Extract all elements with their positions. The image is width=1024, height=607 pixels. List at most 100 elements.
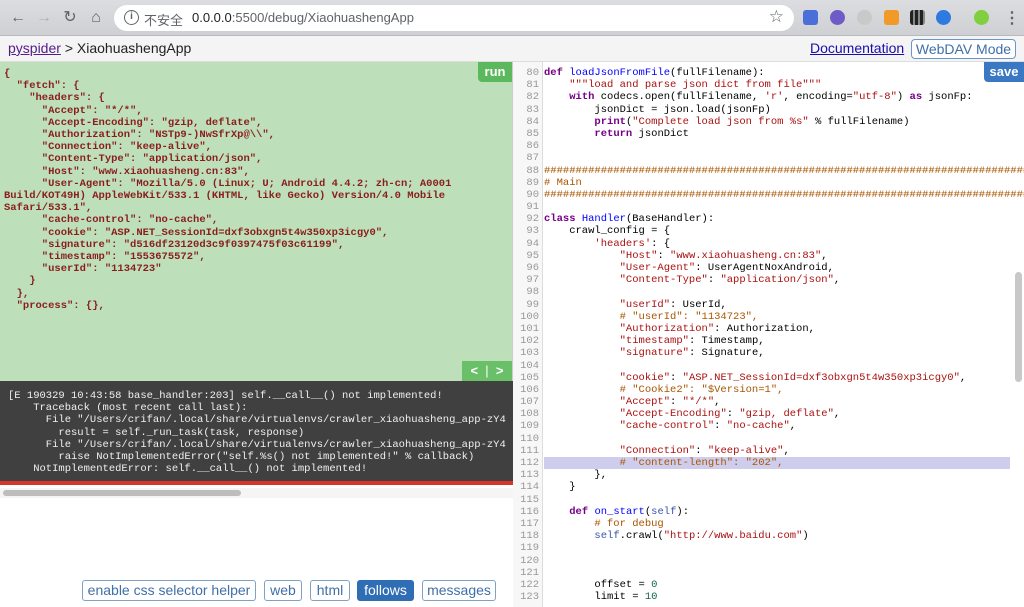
tab-follows[interactable]: follows [357,580,414,601]
info-icon[interactable]: i [124,10,139,25]
code-line[interactable]: # for debug [544,518,1010,530]
prev-task-button[interactable]: < [470,363,478,378]
code-line[interactable]: limit = 10 [544,591,1010,603]
code-line[interactable] [544,152,1010,164]
code-line[interactable]: "cache-control": "no-cache", [544,420,1010,432]
code-line[interactable]: "Accept": "*/*", [544,396,1010,408]
line-number: 102 [520,335,539,348]
orange-extension-icon[interactable] [884,10,899,25]
code-line[interactable] [544,433,1010,445]
code-line[interactable] [544,555,1010,567]
code-line[interactable]: "Connection": "keep-alive", [544,445,1010,457]
vertical-scrollbar[interactable] [1015,272,1022,382]
run-button[interactable]: run [478,62,512,82]
task-pager[interactable]: < | > [462,361,512,381]
forward-icon[interactable]: → [34,8,54,28]
save-button[interactable]: save [984,62,1024,82]
code-line[interactable]: }, [544,469,1010,481]
task-json-text[interactable]: { "fetch": { "headers": { "Accept": "*/*… [4,68,451,312]
back-icon[interactable]: ← [8,8,28,28]
code-line[interactable]: offset = 0 [544,579,1010,591]
line-number: 112 [520,457,539,469]
code-line[interactable] [544,286,1010,298]
code-line[interactable]: "cookie": "ASP.NET_SessionId=dxf3obxgn5t… [544,372,1010,384]
line-number: 109 [520,420,539,433]
w-extension-icon[interactable] [830,10,845,25]
code-line[interactable] [544,542,1010,554]
line-number: 90 [526,188,539,201]
line-number: 84 [526,115,539,128]
code-line[interactable]: with codecs.open(fullFilename, 'r', enco… [544,91,1010,103]
line-number-gutter: 80 81 82 83 84 85 86 87 88 89 90 91 92 93 94 95 96 97 98 99… [513,62,543,607]
code-line[interactable]: "userId": UserId, [544,299,1010,311]
line-number: 97 [526,274,539,287]
gear-extension-icon[interactable] [857,10,872,25]
browser-toolbar: ← → ↻ ⌂ i 不安全 0.0.0.0:5500/debug/Xiaohua… [0,0,1024,36]
line-number: 110 [520,432,539,445]
documentation-link[interactable]: Documentation [810,40,904,56]
code-line[interactable]: # "Cookie2": "$Version=1", [544,384,1010,396]
jh-extension-icon[interactable] [803,10,818,25]
webdav-mode-button[interactable]: WebDAV Mode [911,39,1016,59]
code-line[interactable]: "Accept-Encoding": "gzip, deflate", [544,408,1010,420]
breadcrumb-pyspider-link[interactable]: pyspider [8,40,61,56]
code-content[interactable]: def loadJsonFromFile(fullFilename): """l… [544,67,1024,603]
code-line[interactable]: } [544,481,1010,493]
profile-avatar-icon[interactable] [974,10,989,25]
task-json-editor[interactable]: { "fetch": { "headers": { "Accept": "*/*… [0,62,513,381]
code-line[interactable]: def on_start(self): [544,506,1010,518]
code-line[interactable]: 'headers': { [544,238,1010,250]
code-line[interactable]: "timestamp": Timestamp, [544,335,1010,347]
code-line[interactable]: return jsonDict [544,128,1010,140]
code-line[interactable]: "Content-Type": "application/json", [544,274,1010,286]
blue-globe-extension-icon[interactable] [936,10,951,25]
code-line[interactable]: self.crawl("http://www.baidu.com") [544,530,1010,542]
code-line[interactable]: # Main [544,177,1010,189]
scrollbar-thumb[interactable] [3,490,241,496]
code-line[interactable] [544,201,1010,213]
tab-css-selector-helper[interactable]: enable css selector helper [82,580,256,601]
horizontal-scrollbar[interactable] [0,488,513,498]
reload-icon[interactable]: ↻ [60,8,80,28]
code-line[interactable]: class Handler(BaseHandler): [544,213,1010,225]
address-bar[interactable]: i 不安全 0.0.0.0:5500/debug/XiaohuashengApp… [114,5,794,31]
code-line[interactable]: def loadJsonFromFile(fullFilename): [544,67,1010,79]
code-line[interactable] [544,140,1010,152]
code-line[interactable]: print("Complete load json from %s" % ful… [544,116,1010,128]
line-number: 98 [526,286,539,299]
code-line[interactable]: "User-Agent": UserAgentNoxAndroid, [544,262,1010,274]
code-line[interactable]: "Host": "www.xiaohuasheng.cn:83", [544,250,1010,262]
next-task-button[interactable]: > [496,363,504,378]
line-number: 107 [520,396,539,409]
line-number: 116 [520,505,539,518]
code-editor[interactable]: 80 81 82 83 84 85 86 87 88 89 90 91 92 93 94 95 96 97 98 99… [513,62,1024,607]
code-line[interactable]: "signature": Signature, [544,347,1010,359]
code-line[interactable]: jsonDict = json.load(jsonFp) [544,104,1010,116]
line-number: 86 [526,140,539,153]
code-line[interactable]: """load and parse json dict from file""" [544,79,1010,91]
browser-menu-icon[interactable]: ⋮ [1004,8,1020,28]
line-number: 117 [520,517,539,530]
line-number: 94 [526,237,539,250]
line-number: 104 [520,359,539,372]
tab-messages[interactable]: messages [422,580,496,601]
breadcrumb-separator: > [64,40,73,56]
code-line[interactable]: ########################################… [544,189,1024,201]
code-line[interactable]: # "content-length": "202", [544,457,1010,470]
line-number: 83 [526,103,539,116]
code-line[interactable]: ########################################… [544,165,1024,177]
code-line[interactable]: "Authorization": Authorization, [544,323,1010,335]
line-number: 91 [526,201,539,214]
tab-web[interactable]: web [264,580,302,601]
home-icon[interactable]: ⌂ [86,8,106,28]
code-line[interactable] [544,567,1010,579]
qr-code-extension-icon[interactable] [910,10,925,25]
code-line[interactable]: crawl_config = { [544,225,1010,237]
bookmark-star-icon[interactable]: ☆ [769,7,784,27]
url-text[interactable]: 0.0.0.0:5500/debug/XiaohuashengApp [192,10,414,25]
security-label: 不安全 [144,13,184,28]
code-line[interactable] [544,360,1010,372]
tab-html[interactable]: html [310,580,350,601]
code-line[interactable]: # "userId": "1134723", [544,311,1010,323]
code-line[interactable] [544,494,1010,506]
